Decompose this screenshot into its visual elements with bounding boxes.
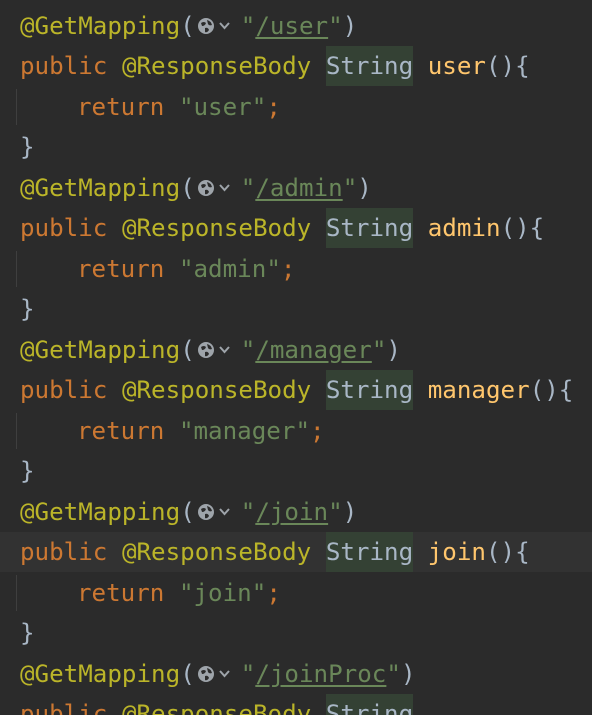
endpoint-globe-icon[interactable]: [195, 492, 241, 532]
indent-guide: [16, 413, 17, 449]
code-line-annotation[interactable]: @GetMapping("/user"): [0, 6, 592, 46]
code-line-return[interactable]: return "user";: [0, 87, 592, 127]
return-keyword: return: [77, 255, 165, 283]
chevron-down-icon: [219, 670, 230, 678]
response-body-annotation: @ResponseBody: [121, 700, 312, 715]
string-type: String: [325, 370, 414, 410]
string-type: String: [325, 208, 414, 248]
method-name: user: [427, 52, 486, 80]
public-keyword: public: [20, 700, 108, 715]
endpoint-path-link[interactable]: /manager: [255, 336, 372, 364]
string-type: String: [325, 694, 414, 715]
code-line-close-brace[interactable]: }: [0, 451, 592, 491]
annotation-token: @GetMapping: [20, 660, 181, 688]
code-line-method-signature-current[interactable]: public @ResponseBody String join(){: [0, 532, 592, 572]
code-line-method-signature[interactable]: public @ResponseBody String user(){: [0, 46, 592, 86]
return-string: admin: [193, 255, 267, 283]
chevron-down-icon: [219, 508, 230, 516]
endpoint-globe-icon[interactable]: [195, 168, 241, 208]
chevron-down-icon: [219, 184, 230, 192]
public-keyword: public: [20, 376, 108, 404]
return-string: join: [193, 579, 252, 607]
annotation-token: @GetMapping: [20, 498, 181, 526]
annotation-token: @GetMapping: [20, 336, 181, 364]
public-keyword: public: [20, 52, 108, 80]
chevron-down-icon: [219, 346, 230, 354]
response-body-annotation: @ResponseBody: [121, 52, 312, 80]
annotation-token: @GetMapping: [20, 12, 181, 40]
code-line-annotation[interactable]: @GetMapping("/manager"): [0, 330, 592, 370]
indent-guide: [16, 575, 17, 611]
code-line-return[interactable]: return "admin";: [0, 249, 592, 289]
endpoint-path-link[interactable]: /user: [255, 12, 328, 40]
response-body-annotation: @ResponseBody: [121, 214, 312, 242]
string-type: String: [325, 46, 414, 86]
response-body-annotation: @ResponseBody: [121, 538, 312, 566]
indent-guide: [16, 251, 17, 287]
response-body-annotation: @ResponseBody: [121, 376, 312, 404]
return-keyword: return: [77, 579, 165, 607]
chevron-down-icon: [219, 22, 230, 30]
endpoint-globe-icon[interactable]: [195, 330, 241, 370]
method-name: manager: [427, 376, 530, 404]
code-editor[interactable]: @GetMapping("/user") public @ResponseBod…: [0, 0, 592, 715]
endpoint-path-link[interactable]: /join: [255, 498, 328, 526]
method-name: admin: [427, 214, 501, 242]
code-line-annotation[interactable]: @GetMapping("/admin"): [0, 168, 592, 208]
return-keyword: return: [77, 93, 165, 121]
public-keyword: public: [20, 538, 108, 566]
string-type: String: [325, 532, 414, 572]
annotation-token: @GetMapping: [20, 174, 181, 202]
code-line-close-brace[interactable]: }: [0, 127, 592, 167]
code-line-annotation[interactable]: @GetMapping("/join"): [0, 492, 592, 532]
code-line-method-signature[interactable]: public @ResponseBody String manager(){: [0, 370, 592, 410]
code-line-method-signature-partial[interactable]: public @ResponseBody String: [0, 694, 592, 715]
code-line-return[interactable]: return "manager";: [0, 411, 592, 451]
code-line-annotation[interactable]: @GetMapping("/joinProc"): [0, 654, 592, 694]
endpoint-path-link[interactable]: /admin: [255, 174, 342, 202]
endpoint-globe-icon[interactable]: [195, 6, 241, 46]
public-keyword: public: [20, 214, 108, 242]
endpoint-globe-icon[interactable]: [195, 654, 241, 694]
method-name: join: [427, 538, 486, 566]
return-keyword: return: [77, 417, 165, 445]
return-string: user: [193, 93, 252, 121]
code-line-close-brace[interactable]: }: [0, 613, 592, 653]
endpoint-path-link[interactable]: /joinProc: [255, 660, 386, 688]
indent-guide: [16, 89, 17, 125]
return-string: manager: [193, 417, 296, 445]
code-line-close-brace[interactable]: }: [0, 289, 592, 329]
code-line-return[interactable]: return "join";: [0, 573, 592, 613]
code-line-method-signature[interactable]: public @ResponseBody String admin(){: [0, 208, 592, 248]
